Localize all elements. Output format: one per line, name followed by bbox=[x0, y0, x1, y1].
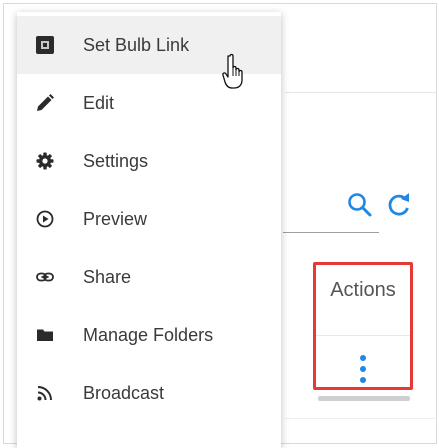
search-icon[interactable] bbox=[345, 190, 375, 220]
menu-item-set-bulb-link[interactable]: Set Bulb Link bbox=[17, 16, 281, 74]
menu-item-share[interactable]: Share bbox=[17, 248, 281, 306]
bulb-link-icon bbox=[36, 36, 54, 54]
menu-item-label: Edit bbox=[83, 92, 115, 113]
row-divider bbox=[285, 418, 437, 419]
menu-item-label: Preview bbox=[83, 208, 148, 229]
menu-item-manage-folders[interactable]: Manage Folders bbox=[17, 306, 281, 364]
actions-column-header: Actions bbox=[330, 279, 396, 301]
actions-column-highlight: Actions bbox=[313, 262, 413, 390]
more-actions-icon[interactable] bbox=[357, 355, 369, 383]
menu-item-preview[interactable]: Preview bbox=[17, 190, 281, 248]
header-separator bbox=[316, 335, 410, 336]
menu-item-broadcast[interactable]: Broadcast bbox=[17, 364, 281, 422]
menu-item-label: Broadcast bbox=[83, 382, 165, 403]
menu-item-label: Set Bulb Link bbox=[83, 34, 190, 55]
scrollbar-shadow bbox=[318, 396, 410, 401]
menu-item-label: Manage Folders bbox=[83, 324, 214, 345]
menu-item-edit[interactable]: Edit bbox=[17, 74, 281, 132]
gear-icon bbox=[36, 152, 54, 170]
play-circle-icon bbox=[36, 210, 54, 228]
rss-icon bbox=[36, 384, 54, 402]
header-divider bbox=[285, 92, 437, 93]
folder-icon bbox=[36, 326, 54, 344]
search-input[interactable] bbox=[283, 232, 379, 233]
menu-item-label: Share bbox=[83, 266, 132, 287]
context-menu: Set Bulb Link Edit Settings Preview Shar… bbox=[17, 12, 281, 448]
menu-item-settings[interactable]: Settings bbox=[17, 132, 281, 190]
pencil-icon bbox=[36, 94, 54, 112]
menu-item-label: Settings bbox=[83, 150, 149, 171]
refresh-icon[interactable] bbox=[384, 190, 414, 220]
link-icon bbox=[36, 268, 54, 286]
